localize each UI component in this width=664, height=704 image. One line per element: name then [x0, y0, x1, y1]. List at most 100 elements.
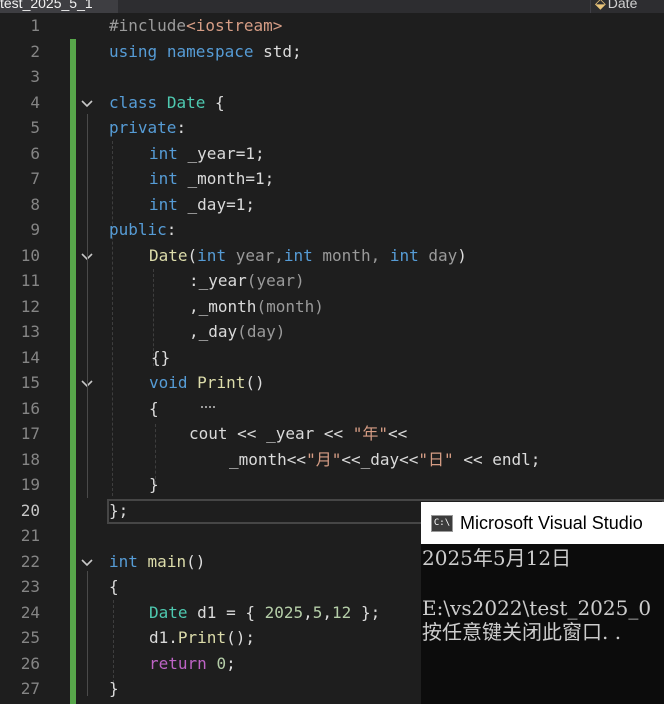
code-line-17[interactable]: cout << _year << "年"<<: [189, 421, 407, 447]
class-end: };: [109, 500, 129, 520]
tab-date-file[interactable]: ⬙ Date: [590, 0, 664, 13]
paren: ): [294, 271, 305, 290]
string-day: "日": [418, 449, 454, 469]
init-month: ,_month: [189, 296, 257, 316]
comma: ,: [322, 602, 333, 622]
code-line-13[interactable]: ,_day(day): [189, 319, 285, 345]
code-line-4[interactable]: class Date {: [109, 90, 225, 116]
kw-int: int: [283, 245, 313, 265]
num-0: 0: [216, 653, 227, 673]
tab-test-file[interactable]: test_2025_5_1: [0, 0, 118, 13]
line-number: 25: [20, 628, 40, 647]
console-title-bar[interactable]: C:\ Microsoft Visual Studio: [421, 502, 664, 544]
namespace-std: std;: [263, 41, 302, 61]
line-number: 5: [30, 118, 40, 137]
call-print: Print: [177, 628, 227, 647]
code-line-20[interactable]: };: [109, 498, 128, 524]
code-line-1[interactable]: #include<iostream>: [109, 13, 282, 39]
console-close-hint: 按任意键关闭此窗口. .: [422, 620, 622, 644]
kw-int: int: [149, 169, 178, 188]
code-line-6[interactable]: int _year=1;: [149, 141, 265, 167]
stream-op: <<: [388, 424, 408, 443]
string-month: "月": [306, 449, 342, 469]
indent-guide-main: [113, 600, 114, 688]
brace-close: }: [149, 475, 159, 494]
tab-date-file-label: Date: [607, 0, 638, 11]
ctor-name: Date: [149, 245, 188, 265]
paren: (: [246, 271, 257, 290]
day-expr: <<_day<<: [341, 449, 419, 469]
code-line-27[interactable]: }: [109, 676, 119, 702]
code-line-19[interactable]: }: [149, 472, 159, 498]
fn-main: main: [147, 551, 187, 571]
member-day: _day=1;: [177, 194, 255, 214]
line-number: 14: [20, 347, 40, 367]
line-number: 8: [30, 194, 40, 214]
code-line-22[interactable]: int main(): [109, 549, 205, 575]
line-number: 4: [30, 92, 40, 112]
kw-public: public: [109, 220, 167, 239]
document-tab-bar: test_2025_5_1 ⬙ Date: [0, 0, 664, 13]
num-2025: 2025: [264, 602, 304, 622]
code-line-24[interactable]: Date d1 = { 2025,5,12 };: [149, 600, 380, 626]
code-line-7[interactable]: int _month=1;: [149, 166, 274, 192]
endl-expr: << endl;: [453, 449, 541, 469]
code-line-11[interactable]: :_year(year): [189, 268, 305, 294]
month-expr: _month<<: [229, 449, 307, 469]
param-day: day: [418, 245, 458, 265]
colon: :: [166, 220, 177, 239]
brace-close: }: [109, 679, 119, 698]
line-number: 22: [20, 551, 40, 571]
param-month: month,: [312, 245, 390, 265]
arg-month: month: [266, 296, 315, 316]
code-line-2[interactable]: using namespace std;: [109, 39, 302, 65]
brace-open: {: [109, 577, 119, 596]
line-number: 6: [30, 143, 40, 163]
code-line-26[interactable]: return 0;: [149, 651, 236, 677]
console-title: Microsoft Visual Studio: [460, 512, 643, 533]
code-line-16[interactable]: {: [149, 396, 159, 422]
call-end: ();: [226, 628, 255, 647]
kw-int: int: [197, 245, 227, 265]
fold-guide-print: [87, 393, 88, 493]
code-line-5[interactable]: private:: [109, 115, 186, 141]
indent-guide-1: [112, 141, 113, 496]
num-5: 5: [312, 602, 323, 622]
code-line-25[interactable]: d1.Print();: [149, 625, 255, 651]
class-name-date: Date: [166, 92, 206, 112]
code-line-8[interactable]: int _day=1;: [149, 192, 255, 218]
suggestion-dots: [201, 405, 215, 408]
code-line-10[interactable]: Date(int year,int month, int day): [149, 243, 467, 269]
kw-int: int: [389, 245, 419, 265]
class-icon: ⬙: [595, 0, 606, 11]
code-line-9[interactable]: public:: [109, 217, 176, 243]
paren: (: [187, 245, 198, 265]
console-output-date: 2025年5月12日: [422, 546, 572, 570]
line-number: 3: [30, 67, 40, 86]
code-line-18[interactable]: _month<<"月"<<_day<<"日" << endl;: [229, 447, 540, 473]
fold-main-chevron-icon[interactable]: [80, 556, 94, 570]
comma: ,: [303, 602, 313, 622]
paren: (: [256, 296, 267, 316]
line-number: 21: [20, 526, 40, 545]
line-number: 7: [30, 169, 40, 188]
code-line-14[interactable]: {}: [151, 345, 170, 371]
preprocessor-include: #include: [109, 16, 187, 35]
console-window[interactable]: C:\ Microsoft Visual Studio 2025年5月12日 E…: [421, 502, 664, 704]
fold-class-chevron-icon[interactable]: [80, 97, 94, 111]
fold-guide-main: [87, 571, 88, 696]
code-line-23[interactable]: {: [109, 574, 119, 600]
line-number: 24: [20, 602, 40, 622]
line-number: 13: [20, 322, 40, 341]
line-number: 20: [20, 500, 40, 520]
line-number: 15: [20, 373, 40, 392]
kw-return: return: [149, 653, 207, 673]
kw-namespace: namespace: [166, 41, 254, 61]
code-line-12[interactable]: ,_month(month): [189, 294, 324, 320]
kw-void: void: [149, 373, 188, 392]
semicolon: ;: [226, 653, 236, 673]
line-number: 19: [20, 475, 40, 494]
code-line-15[interactable]: void Print(): [149, 370, 265, 396]
include-header: <iostream>: [186, 16, 283, 35]
line-number: 17: [20, 424, 40, 443]
